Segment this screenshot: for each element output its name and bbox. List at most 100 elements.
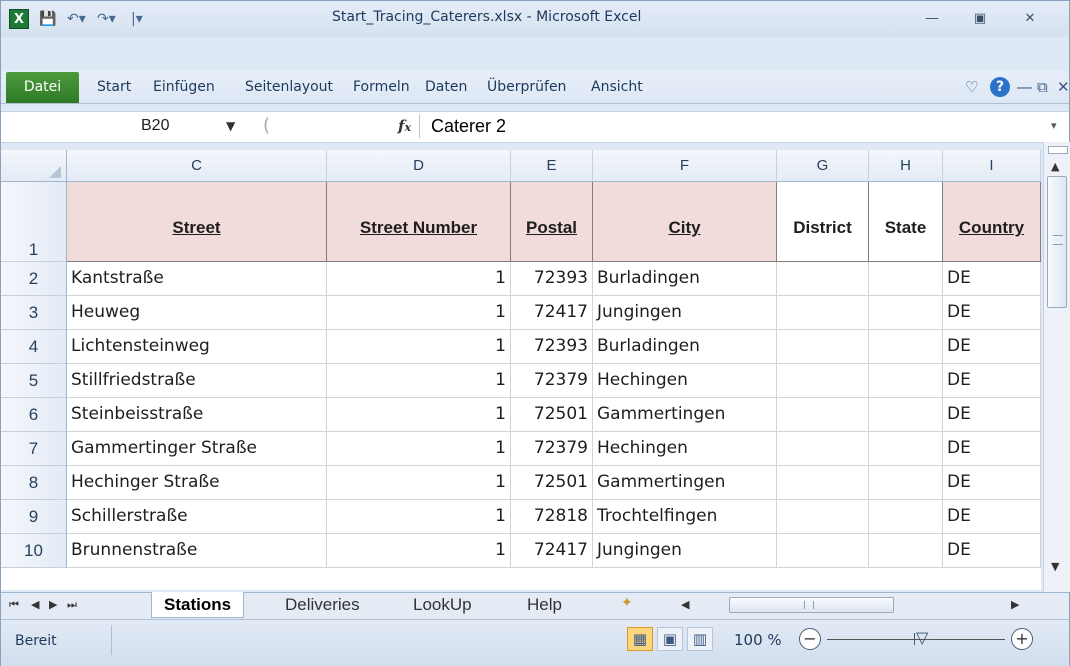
- cell-street[interactable]: Hechinger Straße: [67, 466, 327, 500]
- column-header[interactable]: E: [511, 150, 593, 182]
- insert-function-icon[interactable]: fx: [398, 113, 411, 141]
- column-header[interactable]: H: [869, 150, 943, 182]
- cell-state[interactable]: [869, 432, 943, 466]
- cell-city[interactable]: Gammertingen: [593, 398, 777, 432]
- cell-country[interactable]: DE: [943, 466, 1041, 500]
- row-header[interactable]: 4: [1, 330, 67, 364]
- cell-district[interactable]: [777, 500, 869, 534]
- scroll-up-icon[interactable]: ▲: [1051, 160, 1059, 173]
- cell-postal[interactable]: 72818: [511, 500, 593, 534]
- cell-district[interactable]: [777, 330, 869, 364]
- cell-country[interactable]: DE: [943, 296, 1041, 330]
- cell-country[interactable]: DE: [943, 432, 1041, 466]
- cell-postal[interactable]: 72393: [511, 330, 593, 364]
- first-sheet-icon[interactable]: ⏮: [9, 596, 19, 614]
- cell-city[interactable]: Jungingen: [593, 534, 777, 568]
- cell-street[interactable]: Brunnenstraße: [67, 534, 327, 568]
- cell-postal[interactable]: 72417: [511, 534, 593, 568]
- zoom-out-icon[interactable]: −: [799, 628, 821, 650]
- cell-postal[interactable]: 72501: [511, 398, 593, 432]
- cell-number[interactable]: 1: [327, 262, 511, 296]
- header-cell[interactable]: District: [777, 182, 869, 262]
- cell-number[interactable]: 1: [327, 398, 511, 432]
- expand-formula-bar-icon[interactable]: ▾: [1051, 113, 1057, 139]
- column-header[interactable]: D: [327, 150, 511, 182]
- row-header[interactable]: 10: [1, 534, 67, 568]
- cell-street[interactable]: Lichtensteinweg: [67, 330, 327, 364]
- tab-daten[interactable]: Daten: [425, 72, 467, 103]
- formula-bar-splitter[interactable]: (: [263, 113, 285, 139]
- prev-sheet-icon[interactable]: ◀: [31, 596, 39, 614]
- cell-number[interactable]: 1: [327, 432, 511, 466]
- redo-icon[interactable]: ↷▾: [97, 9, 116, 29]
- restore-icon[interactable]: ▣: [967, 9, 993, 29]
- row-header[interactable]: 7: [1, 432, 67, 466]
- cell-street[interactable]: Gammertinger Straße: [67, 432, 327, 466]
- cell-country[interactable]: DE: [943, 262, 1041, 296]
- workbook-close-icon[interactable]: ✕: [1057, 77, 1070, 97]
- last-sheet-icon[interactable]: ⏭: [67, 596, 77, 614]
- minimize-icon[interactable]: ―: [919, 9, 945, 29]
- cell-street[interactable]: Schillerstraße: [67, 500, 327, 534]
- row-header[interactable]: 5: [1, 364, 67, 398]
- insert-sheet-icon[interactable]: ✦: [621, 595, 633, 611]
- cell-city[interactable]: Hechingen: [593, 364, 777, 398]
- column-header[interactable]: F: [593, 150, 777, 182]
- page-break-view-icon[interactable]: ▥: [687, 627, 713, 651]
- cell-district[interactable]: [777, 398, 869, 432]
- cell-state[interactable]: [869, 500, 943, 534]
- undo-icon[interactable]: ↶▾: [67, 9, 86, 29]
- column-header[interactable]: G: [777, 150, 869, 182]
- cell-postal[interactable]: 72379: [511, 432, 593, 466]
- help-icon[interactable]: ?: [990, 77, 1010, 97]
- header-cell[interactable]: City: [593, 182, 777, 262]
- column-header[interactable]: C: [67, 150, 327, 182]
- customize-qat-icon[interactable]: |▾: [131, 9, 143, 29]
- tab-ansicht[interactable]: Ansicht: [591, 72, 643, 103]
- tab-seitenlayout[interactable]: Seitenlayout: [245, 72, 333, 103]
- scroll-down-icon[interactable]: ▼: [1051, 560, 1059, 573]
- cell-country[interactable]: DE: [943, 500, 1041, 534]
- header-cell[interactable]: Street Number: [327, 182, 511, 262]
- horizontal-scrollbar[interactable]: ◀ ▶: [681, 596, 1021, 614]
- zoom-slider-thumb[interactable]: ▽: [916, 628, 928, 647]
- row-header[interactable]: 8: [1, 466, 67, 500]
- cell-street[interactable]: Kantstraße: [67, 262, 327, 296]
- cell-number[interactable]: 1: [327, 330, 511, 364]
- cell-district[interactable]: [777, 534, 869, 568]
- close-icon[interactable]: ✕: [1017, 9, 1043, 29]
- cell-number[interactable]: 1: [327, 500, 511, 534]
- cell-city[interactable]: Hechingen: [593, 432, 777, 466]
- cell-district[interactable]: [777, 432, 869, 466]
- horizontal-scroll-thumb[interactable]: [729, 597, 894, 613]
- cell-city[interactable]: Gammertingen: [593, 466, 777, 500]
- cell-district[interactable]: [777, 262, 869, 296]
- scroll-left-icon[interactable]: ◀: [681, 596, 689, 614]
- cell-district[interactable]: [777, 364, 869, 398]
- scroll-right-icon[interactable]: ▶: [1011, 596, 1019, 614]
- cell-number[interactable]: 1: [327, 364, 511, 398]
- row-header[interactable]: 9: [1, 500, 67, 534]
- cell-postal[interactable]: 72379: [511, 364, 593, 398]
- select-all-corner[interactable]: [1, 150, 67, 182]
- cell-country[interactable]: DE: [943, 534, 1041, 568]
- worksheet-grid[interactable]: C D E F G H I 1 Street Street Number Postal City Dis…: [1, 150, 1041, 590]
- sheet-tab-lookup[interactable]: LookUp: [401, 592, 484, 617]
- save-icon[interactable]: 💾: [39, 9, 56, 29]
- row-header[interactable]: 6: [1, 398, 67, 432]
- cell-city[interactable]: Jungingen: [593, 296, 777, 330]
- chevron-down-icon[interactable]: ▼: [226, 113, 235, 139]
- tab-start[interactable]: Start: [97, 72, 131, 103]
- tab-ueberpruefen[interactable]: Überprüfen: [487, 72, 566, 103]
- cell-city[interactable]: Trochtelfingen: [593, 500, 777, 534]
- cell-city[interactable]: Burladingen: [593, 330, 777, 364]
- cell-country[interactable]: DE: [943, 330, 1041, 364]
- cell-street[interactable]: Heuweg: [67, 296, 327, 330]
- workbook-restore-icon[interactable]: ⧉: [1037, 77, 1048, 97]
- cell-state[interactable]: [869, 330, 943, 364]
- zoom-in-icon[interactable]: +: [1011, 628, 1033, 650]
- sheet-tab-deliveries[interactable]: Deliveries: [273, 592, 372, 617]
- row-header[interactable]: 2: [1, 262, 67, 296]
- split-box[interactable]: [1048, 146, 1068, 154]
- name-box[interactable]: B20: [19, 113, 229, 139]
